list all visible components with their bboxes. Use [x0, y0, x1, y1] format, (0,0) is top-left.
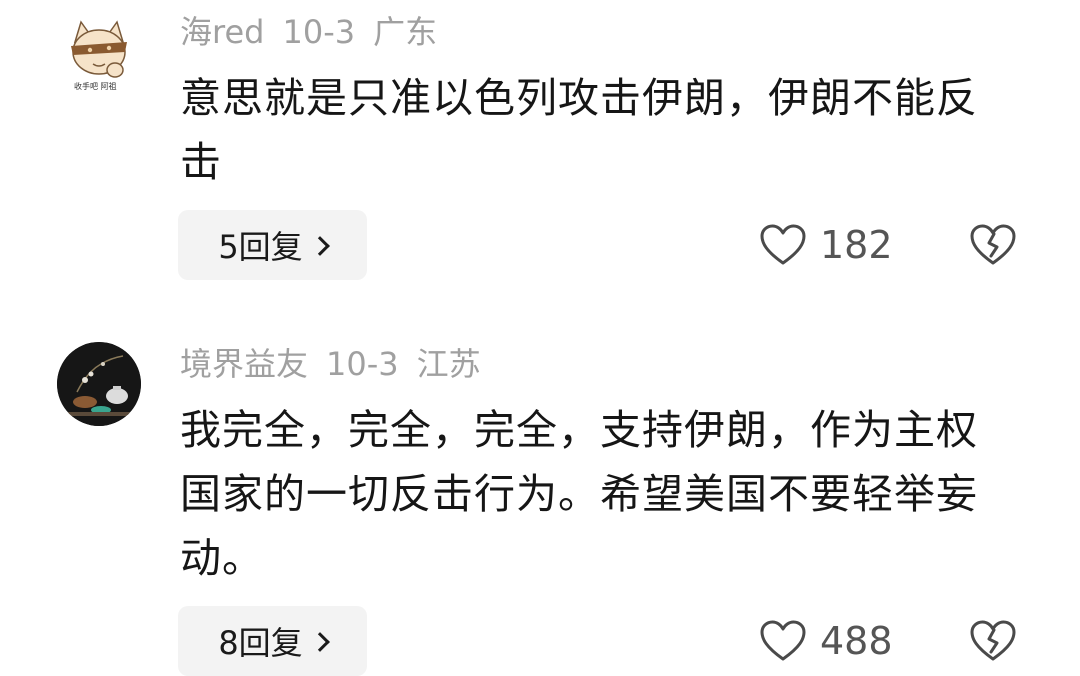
username[interactable]: 海red — [180, 13, 264, 51]
like-button[interactable]: 488 — [760, 606, 893, 676]
like-count: 182 — [820, 223, 893, 267]
username[interactable]: 境界益友 — [180, 345, 308, 383]
heart-icon — [760, 224, 806, 265]
comment-text: 我完全，完全，完全，支持伊朗，作为主权国家的一切反击行为。希望美国不要轻举妄动。 — [180, 406, 978, 582]
replies-label: 8回复 — [218, 624, 303, 662]
comment-item: 收手吧 阿祖 海red 10-3 广东 意思就是只准以色列攻击伊朗，伊朗不能反击 5… — [0, 0, 1080, 300]
replies-button[interactable]: 8回复 — [178, 606, 367, 676]
comment-date: 10-3 — [326, 345, 399, 383]
replies-label: 5回复 — [218, 228, 303, 266]
comment-meta: 海red 10-3 广东 — [180, 12, 455, 52]
comment-date: 10-3 — [282, 13, 356, 51]
still-life-avatar-icon — [57, 342, 141, 426]
comment-location: 江苏 — [416, 345, 481, 383]
broken-heart-icon — [970, 224, 1016, 265]
broken-heart-icon — [970, 620, 1016, 661]
comment-item: 境界益友 10-3 江苏 我完全，完全，完全，支持伊朗，作为主权国家的一切反击行为。… — [0, 330, 1080, 676]
dislike-button[interactable] — [969, 210, 1017, 280]
comment-meta: 境界益友 10-3 江苏 — [180, 344, 499, 384]
replies-button[interactable]: 5回复 — [178, 210, 367, 280]
avatar[interactable] — [57, 342, 141, 426]
heart-icon — [760, 620, 806, 661]
comment-text: 意思就是只准以色列攻击伊朗，伊朗不能反击 — [180, 74, 978, 186]
avatar-caption: 收手吧 阿祖 — [74, 82, 117, 91]
like-count: 488 — [820, 619, 893, 663]
like-button[interactable]: 182 — [760, 210, 893, 280]
chevron-right-icon — [309, 236, 330, 256]
dislike-button[interactable] — [969, 606, 1017, 676]
chevron-right-icon — [309, 632, 330, 652]
comment-location: 广东 — [373, 13, 438, 51]
